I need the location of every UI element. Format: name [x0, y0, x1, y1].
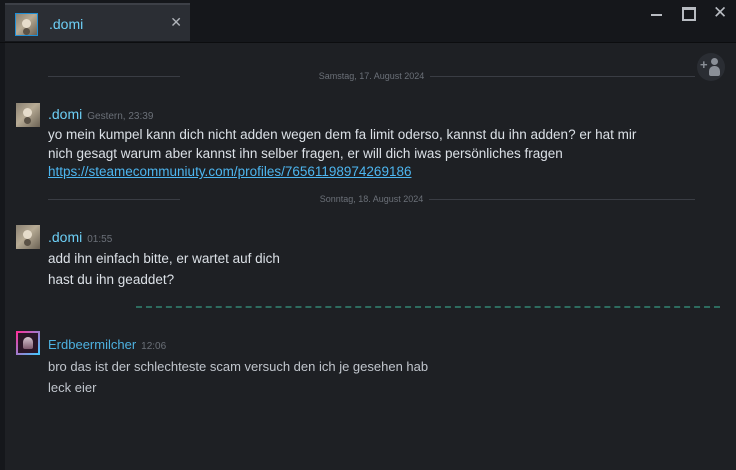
tab-bar: .domi ✕ ✕: [0, 0, 736, 43]
date-label: Samstag, 17. August 2024: [312, 71, 431, 81]
chat-tab-domi[interactable]: .domi ✕: [5, 3, 190, 41]
close-icon: ✕: [713, 3, 728, 22]
avatar[interactable]: [16, 103, 40, 127]
plus-icon: +: [700, 57, 708, 72]
message-text: leck eier: [48, 380, 97, 395]
message-timestamp: 12:06: [141, 341, 167, 352]
message-link[interactable]: https://steamecommuniuty.com/profiles/76…: [48, 164, 411, 179]
avatar[interactable]: [16, 225, 40, 249]
background-window-edge: [0, 40, 5, 470]
close-window-button[interactable]: ✕: [704, 0, 736, 28]
invite-to-chat-button[interactable]: +: [697, 53, 725, 81]
message-text: hast du ihn geaddet?: [48, 272, 175, 287]
chat-window: .domi ✕ ✕ + Samstag, 17. August 2024 .do…: [0, 0, 736, 470]
close-tab-icon[interactable]: ✕: [170, 15, 182, 29]
minimize-icon: [651, 14, 662, 16]
avatar[interactable]: [16, 331, 40, 355]
message-author[interactable]: .domi 01:55: [48, 229, 112, 245]
message-text: bro das ist der schlechteste scam versuc…: [48, 359, 429, 374]
maximize-icon: [682, 7, 696, 21]
person-icon: [711, 58, 718, 65]
message-text: yo mein kumpel kann dich nicht adden weg…: [48, 127, 637, 142]
window-controls: ✕: [640, 0, 736, 28]
new-messages-divider: [136, 306, 720, 308]
message-text: add ihn einfach bitte, er wartet auf dic…: [48, 251, 280, 266]
message-text: nich gesagt warum aber kannst ihn selber…: [48, 146, 563, 161]
message-timestamp: Gestern, 23:39: [87, 111, 154, 122]
tab-title: .domi: [49, 16, 84, 32]
avatar: [15, 13, 38, 36]
message-author[interactable]: .domi Gestern, 23:39: [48, 106, 153, 122]
maximize-button[interactable]: [672, 0, 704, 28]
date-separator: Sonntag, 18. August 2024: [48, 193, 695, 205]
date-separator: Samstag, 17. August 2024: [48, 70, 695, 82]
message-author[interactable]: Erdbeermilcher 12:06: [48, 337, 166, 352]
message-timestamp: 01:55: [87, 234, 113, 245]
date-label: Sonntag, 18. August 2024: [313, 194, 430, 204]
minimize-button[interactable]: [640, 0, 672, 28]
